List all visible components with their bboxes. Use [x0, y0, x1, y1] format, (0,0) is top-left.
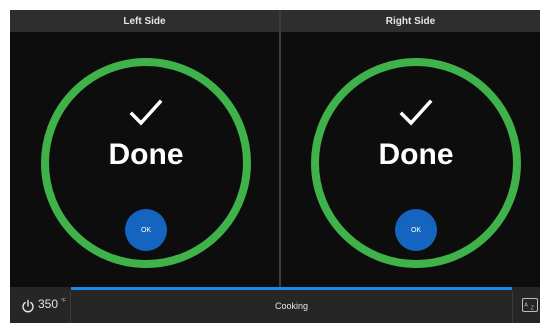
svg-text:Z: Z: [531, 306, 535, 312]
left-side-header: Left Side: [10, 10, 279, 32]
language-icon[interactable]: A Z: [522, 298, 538, 312]
right-done-ring: Done OK: [311, 58, 521, 268]
status-bar: 350 °F Cooking A Z: [10, 287, 540, 323]
cooking-progress-bar: [71, 287, 512, 290]
checkmark-icon: [399, 99, 433, 126]
left-done-ring: Done OK: [41, 58, 251, 268]
power-icon[interactable]: [21, 299, 35, 313]
oven-screen: Left Side Right Side Done OK Done OK 350…: [10, 10, 540, 323]
left-side-panel: Done OK: [10, 32, 279, 287]
right-ok-button[interactable]: OK: [395, 209, 437, 251]
temperature-value: 350: [38, 297, 59, 311]
right-side-panel: Done OK: [281, 32, 540, 287]
left-done-label: Done: [108, 138, 184, 171]
svg-text:A: A: [524, 303, 528, 309]
checkmark-icon: [129, 99, 163, 126]
left-ok-button[interactable]: OK: [125, 209, 167, 251]
right-done-label: Done: [378, 138, 454, 171]
right-side-header: Right Side: [281, 10, 540, 32]
footer-separator-right: [512, 291, 513, 323]
cooking-status: Cooking: [274, 301, 309, 311]
temperature-unit: °F: [61, 298, 67, 304]
